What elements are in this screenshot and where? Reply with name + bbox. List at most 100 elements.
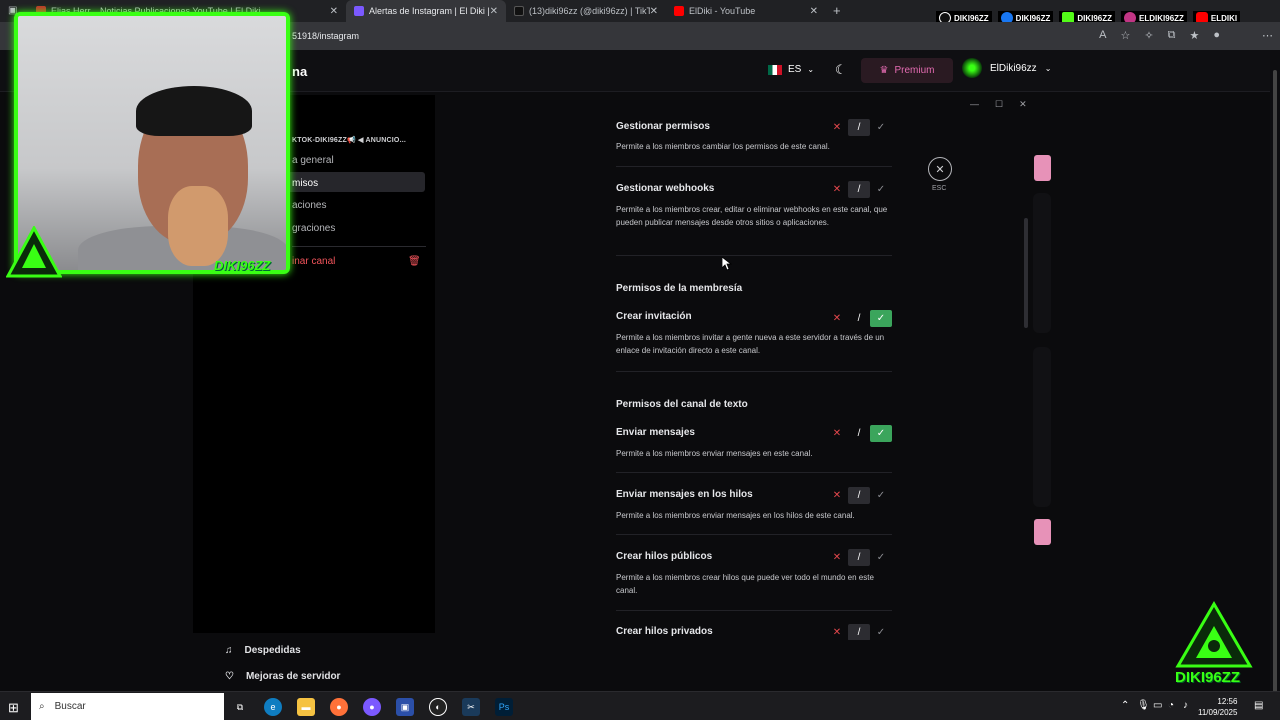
tab-tiktok[interactable]: (13)diki96zz (@diki96zz) | TikTok ✕	[506, 0, 666, 22]
close-icon: ✕	[935, 163, 945, 176]
channel-title: KTOK-DIKI96ZZ📢 ◀ ANUNCIO...	[292, 137, 407, 144]
permission-name: Crear hilos privados	[616, 626, 713, 637]
favorite-star-icon[interactable]: ☆	[1121, 29, 1131, 42]
section-title: Permisos de la membresía	[616, 283, 743, 294]
close-modal-button[interactable]: ✕	[928, 157, 952, 181]
sidebar-link-mejoras[interactable]: ♡ Mejoras de servidor	[225, 671, 340, 682]
obs-icon[interactable]: ◐	[429, 698, 447, 716]
close-tab-icon[interactable]: ✕	[810, 6, 818, 17]
url-field[interactable]: 51918/instagram	[292, 31, 359, 41]
new-tab-icon[interactable]: +	[833, 3, 841, 18]
volume-icon[interactable]: ♪	[1183, 700, 1188, 711]
permission-description: Permite a los miembros enviar mensajes e…	[616, 449, 813, 458]
read-aloud-icon[interactable]: A	[1099, 29, 1106, 42]
brand-name[interactable]: na	[292, 64, 307, 79]
split-screen-icon[interactable]: ⧉	[1168, 29, 1176, 42]
favorites-icon[interactable]: ★	[1189, 29, 1199, 42]
notifications-icon[interactable]: ▤	[1254, 700, 1263, 711]
allow-button[interactable]: ✓	[870, 119, 892, 136]
language-selector[interactable]: ES ⌄	[768, 64, 814, 75]
close-tab-icon[interactable]: ✕	[490, 6, 498, 17]
divider	[616, 534, 892, 535]
webcam-person-hand	[168, 186, 228, 266]
page-scrollbar-thumb[interactable]	[1273, 70, 1277, 720]
task-view-icon[interactable]: ⧉	[231, 698, 249, 716]
allow-button[interactable]: ✓	[870, 549, 892, 566]
taskbar-clock[interactable]: 12:56 11/09/2025	[1198, 696, 1237, 718]
sidebar-link-despedidas[interactable]: ♫ Despedidas	[225, 645, 301, 656]
maximize-icon[interactable]: ☐	[995, 99, 1003, 110]
trash-icon[interactable]: 🗑	[408, 256, 421, 267]
allow-button[interactable]: ✓	[870, 310, 892, 327]
deny-button[interactable]: ✕	[826, 181, 848, 198]
deny-button[interactable]: ✕	[826, 487, 848, 504]
profile-icon[interactable]: ●	[1213, 29, 1220, 42]
neutral-button[interactable]: /	[848, 549, 870, 566]
permission-name: Gestionar permisos	[616, 121, 710, 132]
search-placeholder: Buscar	[54, 701, 86, 712]
address-bar-icons: A ☆ ✧ ⧉ ★ ●	[1099, 29, 1220, 42]
crown-icon: ♛	[879, 65, 889, 76]
deny-button[interactable]: ✕	[826, 310, 848, 327]
tab-label: (13)diki96zz (@diki96zz) | TikTok	[529, 6, 650, 16]
permission-description: Permite a los miembros invitar a gente n…	[616, 333, 885, 355]
allow-button[interactable]: ✓	[870, 487, 892, 504]
neutral-button[interactable]: /	[848, 119, 870, 136]
sidebar-item-overview[interactable]: a general	[292, 155, 334, 166]
delete-channel-button[interactable]: inar canal	[292, 256, 335, 267]
allow-button[interactable]: ✓	[870, 624, 892, 640]
allow-button[interactable]: ✓	[870, 181, 892, 198]
network-icon[interactable]: ▭	[1153, 700, 1162, 711]
page-scrollbar[interactable]	[1270, 50, 1280, 720]
tab-youtube[interactable]: ElDiki - YouTube ✕	[666, 0, 826, 22]
permission-toggle: ✕ / ✓	[826, 181, 892, 198]
wifi-icon[interactable]: ◔	[1168, 700, 1174, 711]
sidebar-item-permissions[interactable]: misos	[292, 178, 318, 189]
permission-toggle: ✕ / ✓	[826, 624, 892, 640]
photoshop-icon[interactable]: Ps	[495, 698, 513, 716]
deny-button[interactable]: ✕	[826, 549, 848, 566]
neutral-button[interactable]: /	[848, 310, 870, 327]
tray-chevron-icon[interactable]: ⌃	[1121, 700, 1129, 711]
minimize-icon[interactable]: —	[970, 99, 979, 110]
more-menu-icon[interactable]: ⋯	[1262, 29, 1273, 42]
neutral-button[interactable]: /	[848, 487, 870, 504]
neutral-button[interactable]: /	[848, 624, 870, 640]
tiktok-icon	[514, 6, 524, 16]
permission-name: Crear invitación	[616, 311, 692, 322]
dark-mode-toggle-icon[interactable]: ☾	[835, 62, 851, 78]
close-icon[interactable]: ✕	[1019, 99, 1027, 110]
browser-icon[interactable]: ●	[363, 698, 381, 716]
permission-name: Enviar mensajes en los hilos	[616, 489, 753, 500]
close-tab-icon[interactable]: ✕	[330, 6, 338, 17]
edge-icon[interactable]: e	[264, 698, 282, 716]
allow-button[interactable]: ✓	[870, 425, 892, 442]
capcut-icon[interactable]: ✂	[462, 698, 480, 716]
neutral-button[interactable]: /	[848, 425, 870, 442]
taskbar-search[interactable]: ⌕ Buscar	[31, 693, 224, 720]
premium-button[interactable]: ♛ Premium	[861, 58, 953, 83]
close-tab-icon[interactable]: ✕	[650, 6, 658, 17]
neutral-button[interactable]: /	[848, 181, 870, 198]
tab-instagram-alerts[interactable]: Alertas de Instagram | El Diki | Ne ✕	[346, 0, 506, 22]
deny-button[interactable]: ✕	[826, 119, 848, 136]
permissions-scrollbar[interactable]	[1024, 218, 1028, 328]
windows-start-icon[interactable]: ⊞	[8, 700, 19, 716]
deny-button[interactable]: ✕	[826, 624, 848, 640]
microphone-icon[interactable]: 🎙	[1137, 700, 1150, 711]
permission-name: Crear hilos públicos	[616, 551, 713, 562]
file-explorer-icon[interactable]: ▬	[297, 698, 315, 716]
divider	[616, 166, 892, 167]
sidebar-item-invitations[interactable]: aciones	[292, 200, 326, 211]
firefox-icon[interactable]: ●	[330, 698, 348, 716]
deny-button[interactable]: ✕	[826, 425, 848, 442]
app-icon[interactable]: ▣	[396, 698, 414, 716]
avatar	[962, 58, 982, 78]
extensions-icon[interactable]: ✧	[1144, 29, 1153, 42]
tab-label: Alertas de Instagram | El Diki | Ne	[369, 6, 490, 16]
app-logo-icon	[354, 6, 364, 16]
chevron-down-icon: ⌄	[807, 65, 815, 74]
permission-toggle: ✕ / ✓	[826, 487, 892, 504]
user-menu[interactable]: ElDiki96zz ⌄	[962, 58, 1051, 78]
sidebar-item-integrations[interactable]: graciones	[292, 223, 335, 234]
